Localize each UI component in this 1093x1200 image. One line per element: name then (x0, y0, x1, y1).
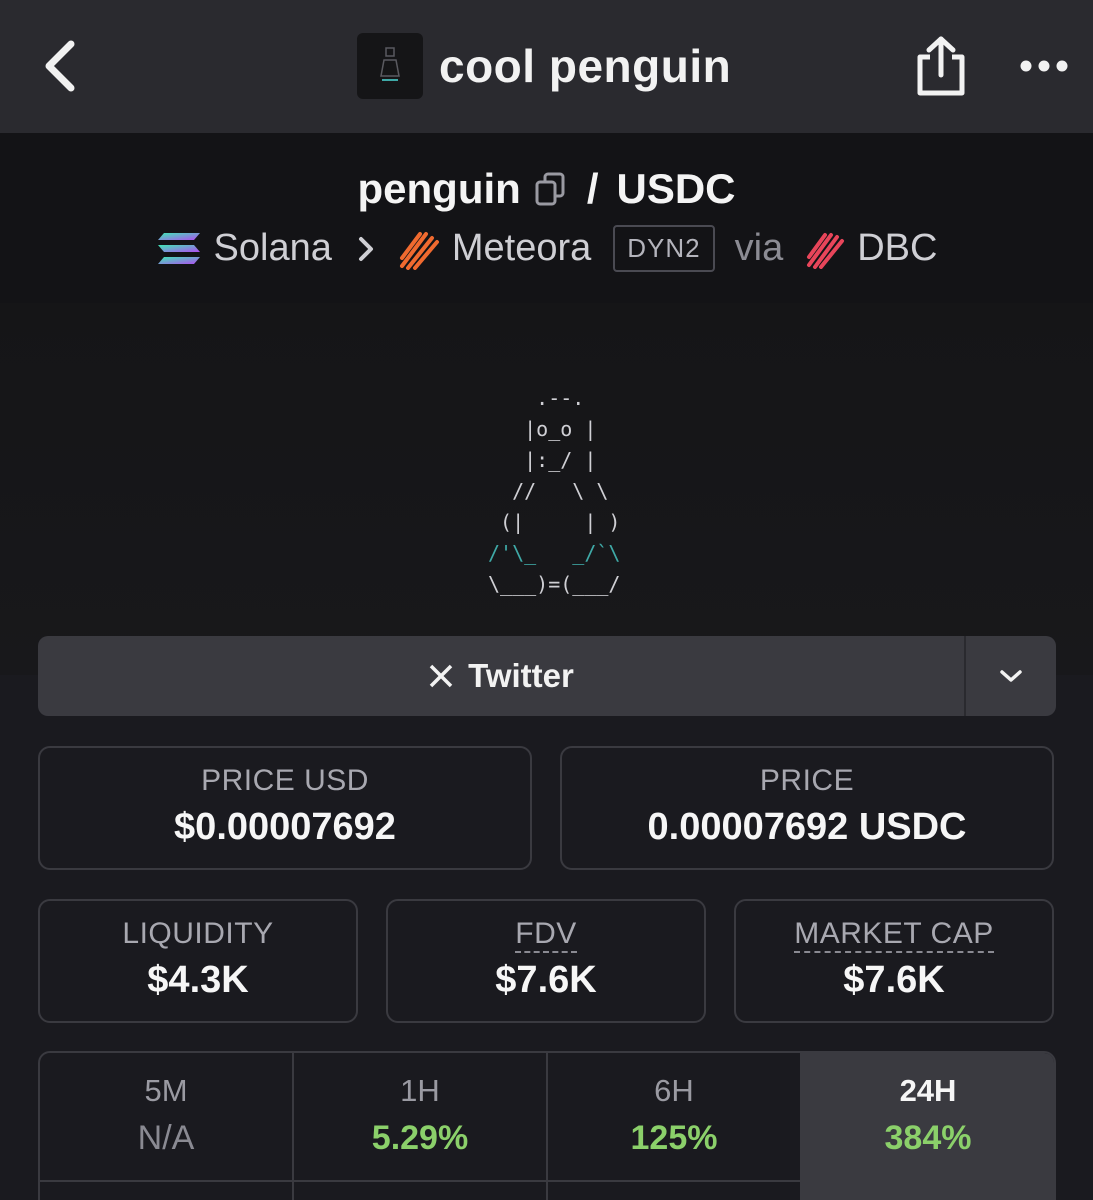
base-token-symbol: penguin (357, 165, 521, 212)
tab-change-value: 384% (884, 1119, 972, 1157)
tab-6h[interactable]: 6H 125% (548, 1053, 802, 1200)
share-button[interactable] (908, 30, 974, 102)
tab-24h[interactable]: 24H 384% (802, 1053, 1054, 1200)
market-cap-card[interactable]: MARKET CAP $7.6K (734, 899, 1054, 1023)
meteora-icon (398, 228, 440, 270)
penguin-ascii-art: .--. |o_o | |:_/ | // \ \ (| | ) /'\_ _/… (488, 386, 621, 596)
tab-change-value: 125% (630, 1119, 718, 1157)
social-dropdown-button[interactable] (964, 636, 1056, 716)
via-label: via (734, 227, 784, 269)
chain-name[interactable]: Solana (214, 227, 332, 270)
chain-row: Solana Meteora DYN2 via DBC (0, 225, 1093, 272)
dex-version-badge: DYN2 (613, 225, 715, 272)
liquidity-value: $4.3K (147, 959, 249, 1001)
chevron-down-icon (1000, 670, 1022, 682)
copy-icon[interactable] (535, 172, 565, 206)
dbc-icon (805, 229, 845, 269)
more-button[interactable] (1012, 40, 1076, 92)
page-title: cool penguin (439, 40, 732, 92)
tab-label: 6H (654, 1073, 694, 1108)
pair-separator: / (586, 165, 599, 212)
price-usd-value: $0.00007692 (174, 806, 396, 848)
price-usd-label: PRICE USD (201, 764, 369, 797)
title-group: cool penguin (357, 33, 731, 99)
tab-change-value: 5.29% (371, 1119, 469, 1157)
quote-token-symbol: USDC (616, 165, 736, 212)
tab-label: 1H (400, 1073, 440, 1108)
timeframe-tabs: 5M N/A 1H 5.29% 6H 125% 24H 384% (38, 1051, 1056, 1200)
fdv-card[interactable]: FDV $7.6K (386, 899, 706, 1023)
dex-name[interactable]: Meteora (452, 227, 591, 270)
fdv-value: $7.6K (495, 959, 597, 1001)
price-usd-card: PRICE USD $0.00007692 (38, 746, 532, 870)
liquidity-card: LIQUIDITY $4.3K (38, 899, 358, 1023)
price-label: PRICE (759, 764, 855, 797)
chevron-left-icon (45, 40, 75, 92)
social-links-bar: Twitter (38, 636, 1056, 716)
top-bar: cool penguin (0, 0, 1093, 133)
price-value: 0.00007692 USDC (647, 806, 967, 848)
fdv-label[interactable]: FDV (515, 917, 577, 953)
tab-1h[interactable]: 1H 5.29% (294, 1053, 548, 1200)
pair-header: penguin / USDC Solana Meteora DYN2 via D… (0, 133, 1093, 303)
tab-5m[interactable]: 5M N/A (40, 1053, 294, 1200)
penguin-avatar-icon (380, 47, 400, 81)
tab-label: 5M (144, 1073, 188, 1108)
token-banner: .--. |o_o | |:_/ | // \ \ (| | ) /'\_ _/… (0, 303, 1093, 675)
token-avatar (357, 33, 423, 99)
twitter-label: Twitter (468, 657, 574, 694)
chevron-right-icon (358, 236, 374, 262)
twitter-button[interactable]: Twitter (38, 636, 964, 716)
price-card: PRICE 0.00007692 USDC (560, 746, 1054, 870)
market-cap-value: $7.6K (843, 959, 945, 1001)
tabs-divider (38, 1180, 1056, 1182)
x-logo-icon (428, 663, 454, 689)
launchpad-name[interactable]: DBC (857, 227, 937, 270)
market-cap-label[interactable]: MARKET CAP (794, 917, 994, 953)
share-icon (917, 36, 965, 96)
pair-row: penguin / USDC (0, 165, 1093, 213)
solana-icon (156, 231, 202, 267)
liquidity-label: LIQUIDITY (122, 917, 274, 950)
back-button[interactable] (30, 30, 90, 102)
tab-label: 24H (899, 1073, 957, 1108)
more-dots-icon (1020, 60, 1068, 72)
tab-change-value: N/A (137, 1119, 195, 1157)
